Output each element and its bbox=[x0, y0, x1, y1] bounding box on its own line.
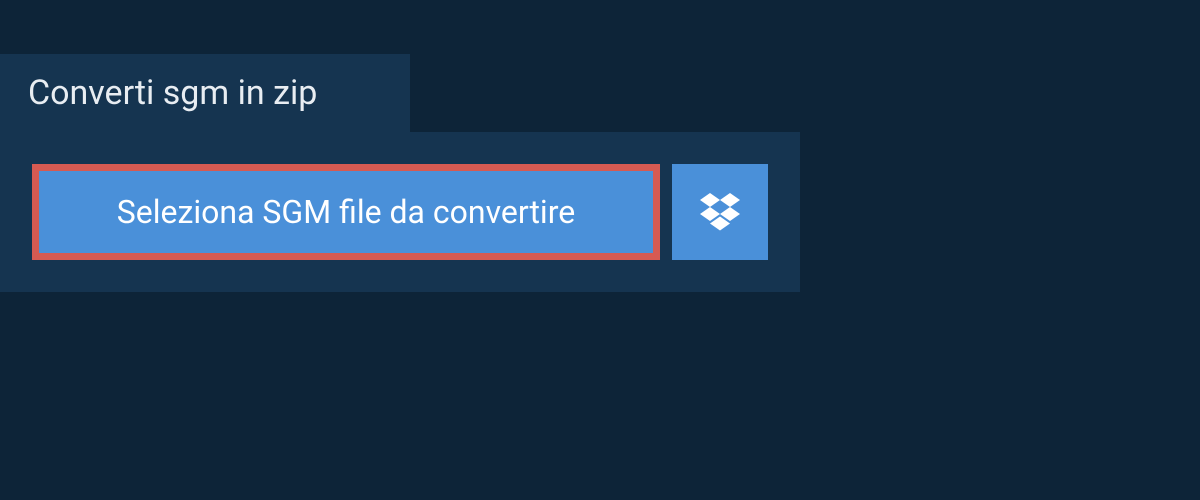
upload-panel: Seleziona SGM file da convertire bbox=[0, 132, 800, 292]
select-file-button[interactable]: Seleziona SGM file da convertire bbox=[32, 164, 660, 260]
tab-title: Converti sgm in zip bbox=[28, 73, 317, 113]
dropbox-button[interactable] bbox=[672, 164, 768, 260]
select-file-label: Seleziona SGM file da convertire bbox=[117, 193, 575, 231]
active-tab[interactable]: Converti sgm in zip bbox=[0, 54, 410, 132]
dropbox-icon bbox=[700, 193, 740, 231]
